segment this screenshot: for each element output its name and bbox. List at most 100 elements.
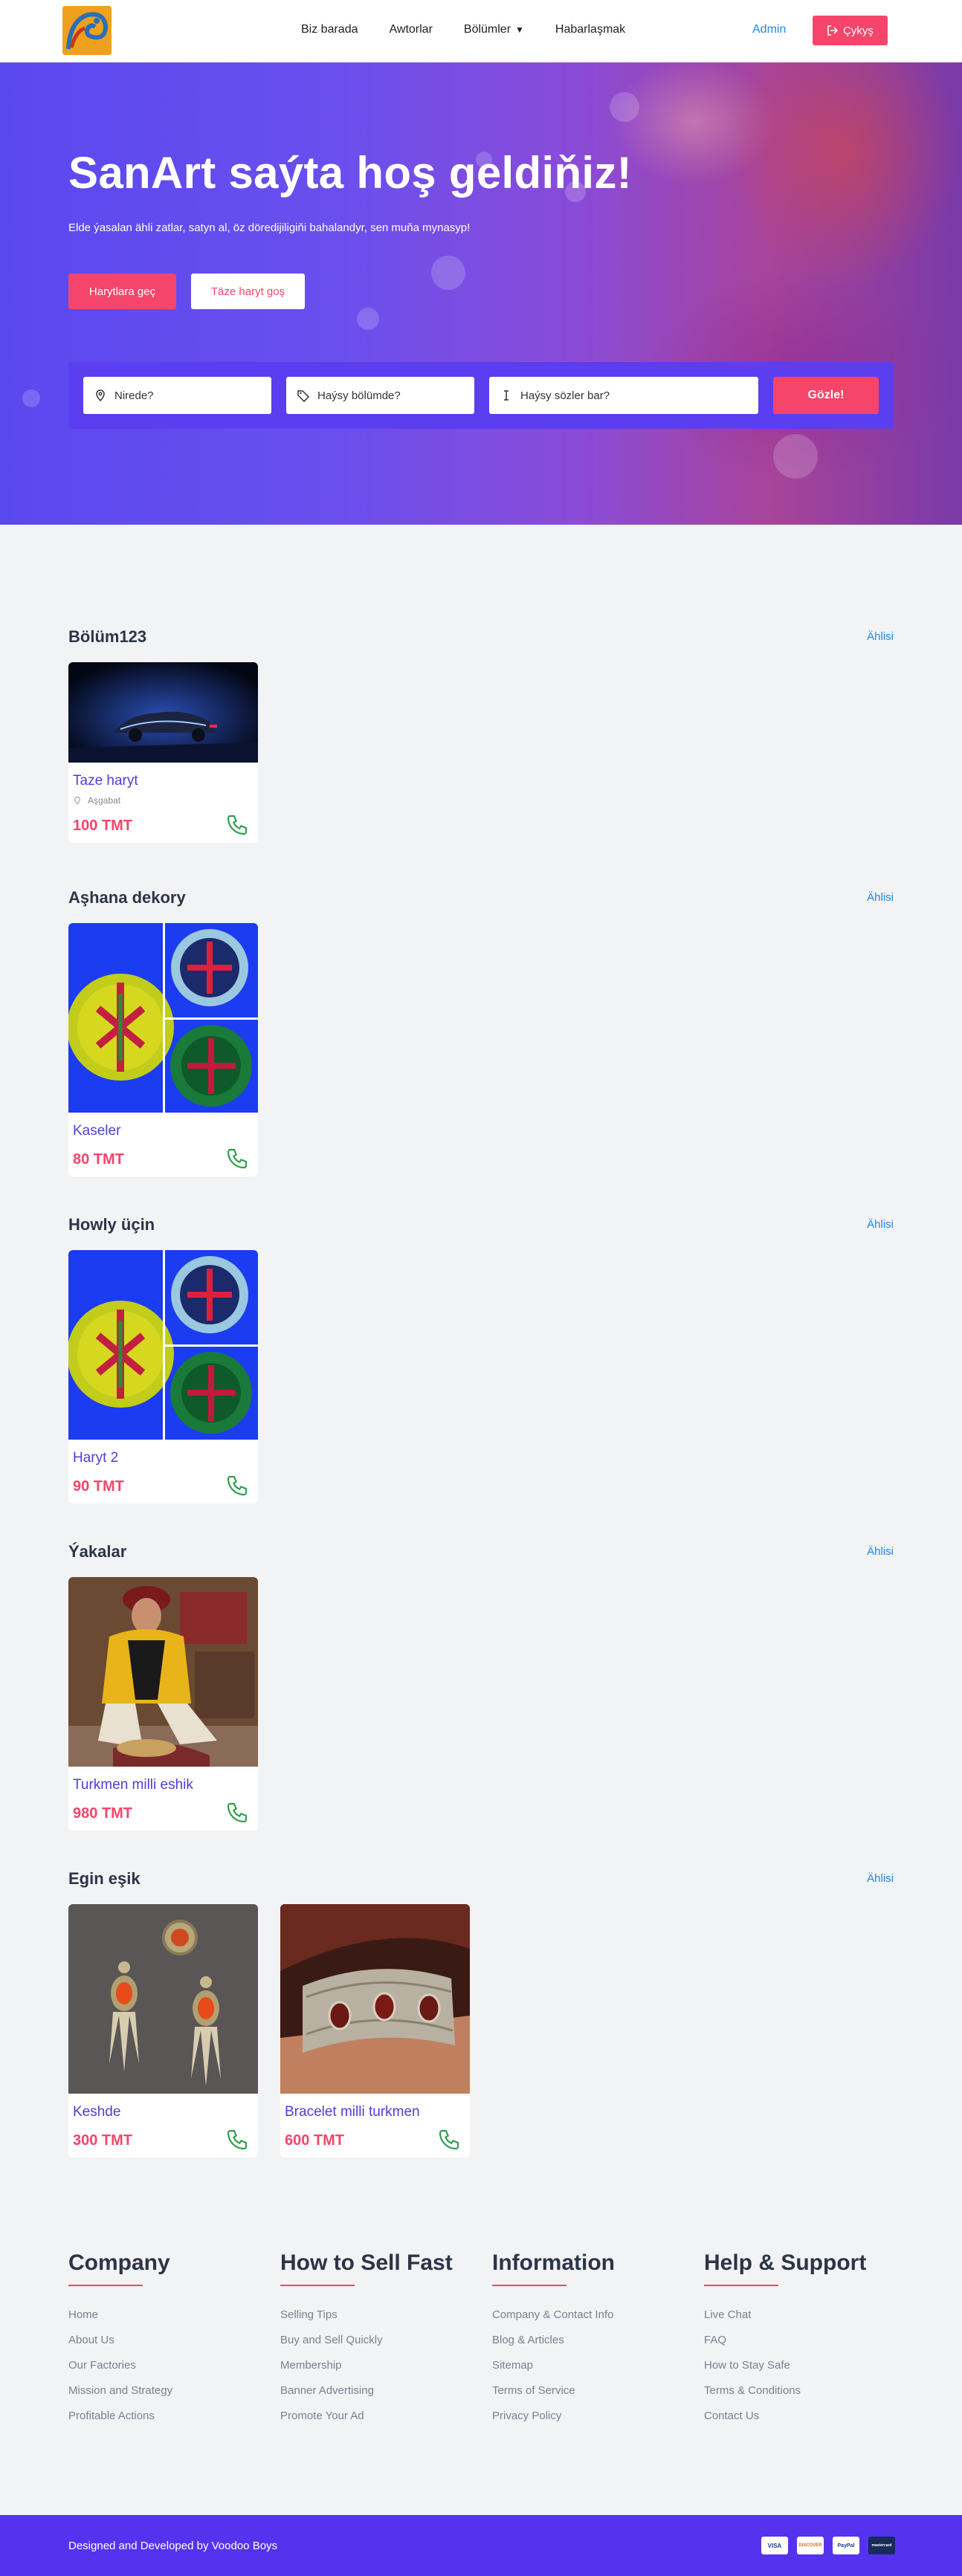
product-location: Aşgabat [68, 789, 258, 806]
site-logo[interactable] [62, 6, 112, 55]
section-title: Howly üçin [68, 1215, 155, 1234]
product-card[interactable]: Bracelet milli turkmen 600 TMT [280, 1904, 470, 2158]
footer-link[interactable]: Home [68, 2302, 254, 2328]
footer-link[interactable]: Our Factories [68, 2353, 254, 2378]
header-edge [952, 0, 962, 62]
add-product-button[interactable]: Täze haryt goş [191, 274, 305, 309]
nav-categories[interactable]: Bölümler ▼ [464, 23, 524, 36]
footer-link[interactable]: Live Chat [704, 2302, 890, 2328]
discover-icon: DISCOVER [797, 2537, 824, 2554]
search-panel: Nirede? Haýsy bölümde? Haýsy sözler bar?… [68, 362, 894, 429]
see-all-link[interactable]: Ählisi [867, 1545, 894, 1558]
product-image [68, 1577, 258, 1767]
footer-link[interactable]: Privacy Policy [492, 2404, 678, 2429]
phone-icon[interactable] [225, 1474, 249, 1498]
footer-link[interactable]: Buy and Sell Quickly [280, 2328, 466, 2353]
keywords-field[interactable]: Haýsy sözler bar? [489, 377, 758, 414]
product-price: 90 TMT [73, 1478, 124, 1495]
footer-link[interactable]: Banner Advertising [280, 2378, 466, 2404]
product-footer: 90 TMT [68, 1466, 258, 1504]
product-title[interactable]: Bracelet milli turkmen [280, 2094, 470, 2120]
mastercard-icon: mastercard [868, 2537, 895, 2554]
location-placeholder: Nirede? [114, 389, 154, 402]
footer-link[interactable]: Company & Contact Info [492, 2302, 678, 2328]
product-footer: 300 TMT [68, 2120, 258, 2158]
product-price: 100 TMT [73, 818, 133, 834]
product-card[interactable]: Keshde 300 TMT [68, 1904, 258, 2158]
product-image [68, 1250, 258, 1440]
product-title[interactable]: Turkmen milli eshik [68, 1767, 258, 1793]
phone-icon[interactable] [225, 1801, 249, 1825]
footer-link[interactable]: About Us [68, 2328, 254, 2353]
footer-link[interactable]: Membership [280, 2353, 466, 2378]
section-title: Ýakalar [68, 1542, 127, 1561]
nav-authors[interactable]: Awtorlar [390, 23, 433, 36]
bokeh-light [22, 389, 40, 407]
map-pin-icon [74, 796, 80, 805]
product-image [68, 1904, 258, 2094]
footer-link[interactable]: FAQ [704, 2328, 890, 2353]
footer-link[interactable]: Mission and Strategy [68, 2378, 254, 2404]
nav-about[interactable]: Biz barada [301, 23, 358, 36]
product-image [68, 662, 258, 763]
footer-credit: Designed and Developed by Voodoo Boys [68, 2540, 278, 2552]
bokeh-light [431, 256, 465, 290]
hero-banner: SanArt saýta hoş geldiňiz! Elde ýasalan … [0, 62, 962, 525]
bokeh-light [610, 92, 639, 122]
paypal-icon: PayPal [833, 2537, 859, 2554]
product-footer: 600 TMT [280, 2120, 470, 2158]
footer-link[interactable]: Selling Tips [280, 2302, 466, 2328]
product-card[interactable]: Kaseler 80 TMT [68, 923, 258, 1177]
logout-icon [827, 25, 839, 36]
hero-subtitle: Elde ýasalan ähli zatlar, satyn al, öz d… [68, 221, 471, 234]
location-field[interactable]: Nirede? [83, 377, 271, 414]
footer-divider [68, 2285, 143, 2286]
main-nav: Biz barada Awtorlar Bölümler ▼ Habarlaşma… [301, 23, 625, 36]
footer-divider [704, 2285, 778, 2286]
section-title: Bölüm123 [68, 627, 147, 646]
tag-icon [297, 390, 310, 402]
search-button[interactable]: Gözle! [773, 377, 879, 414]
product-title[interactable]: Kaseler [68, 1113, 258, 1139]
footer-link[interactable]: Contact Us [704, 2404, 890, 2429]
see-all-link[interactable]: Ählisi [867, 630, 894, 643]
product-image [280, 1904, 470, 2094]
product-title[interactable]: Taze haryt [68, 763, 258, 789]
product-title[interactable]: Haryt 2 [68, 1440, 258, 1466]
phone-icon[interactable] [225, 1147, 249, 1171]
footer-link[interactable]: Blog & Articles [492, 2328, 678, 2353]
category-placeholder: Haýsy bölümde? [317, 389, 401, 402]
footer-link[interactable]: How to Stay Safe [704, 2353, 890, 2378]
footer-link[interactable]: Terms & Conditions [704, 2378, 890, 2404]
hero-background-photo [427, 62, 962, 525]
phone-icon[interactable] [225, 2128, 249, 2152]
phone-icon[interactable] [437, 2128, 461, 2152]
footer-column: How to Sell Fast Selling Tips Buy and Se… [280, 2250, 466, 2429]
visa-icon: VISA [761, 2537, 788, 2554]
nav-contact[interactable]: Habarlaşmak [555, 23, 625, 36]
footer-link[interactable]: Terms of Service [492, 2378, 678, 2404]
footer-link[interactable]: Sitemap [492, 2353, 678, 2378]
footer-column: Information Company & Contact Info Blog … [492, 2250, 678, 2429]
keywords-placeholder: Haýsy sözler bar? [520, 389, 610, 402]
footer-column-title: Company [68, 2250, 170, 2275]
admin-link[interactable]: Admin [752, 23, 786, 36]
product-card[interactable]: Taze haryt Aşgabat 100 TMT [68, 662, 258, 843]
product-card[interactable]: Haryt 2 90 TMT [68, 1250, 258, 1504]
product-image [68, 923, 258, 1113]
footer-link[interactable]: Promote Your Ad [280, 2404, 466, 2429]
see-all-link[interactable]: Ählisi [867, 1872, 894, 1885]
product-title[interactable]: Keshde [68, 2094, 258, 2120]
footer-bar: Designed and Developed by Voodoo Boys VI… [0, 2515, 962, 2576]
footer-column-title: Help & Support [704, 2250, 867, 2275]
logout-button[interactable]: Çykyş [813, 16, 888, 45]
see-all-link[interactable]: Ählisi [867, 891, 894, 904]
product-card[interactable]: Turkmen milli eshik 980 TMT [68, 1577, 258, 1831]
footer-link[interactable]: Profitable Actions [68, 2404, 254, 2429]
phone-icon[interactable] [225, 813, 249, 837]
see-all-link[interactable]: Ählisi [867, 1218, 894, 1231]
go-to-products-button[interactable]: Harytlara geç [68, 274, 176, 309]
category-field[interactable]: Haýsy bölümde? [286, 377, 474, 414]
footer-divider [492, 2285, 566, 2286]
product-footer: 100 TMT [68, 806, 258, 843]
